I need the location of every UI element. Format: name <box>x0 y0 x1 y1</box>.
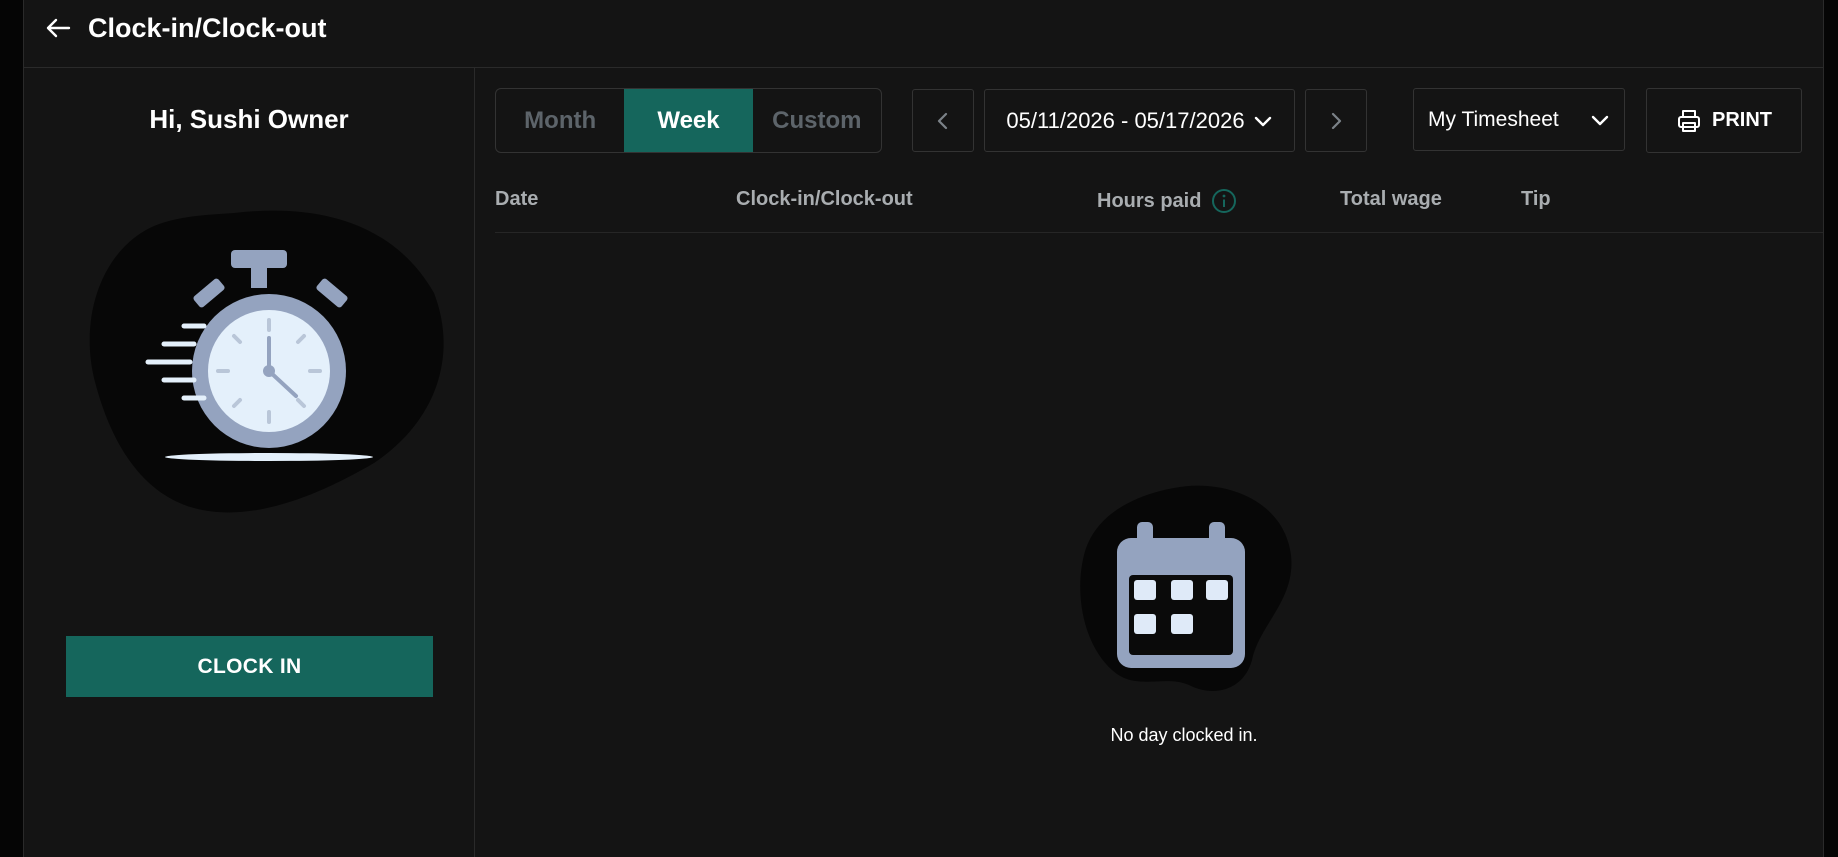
print-label: PRINT <box>1712 109 1772 131</box>
column-label: Total wage <box>1340 188 1442 210</box>
empty-state: No day clocked in. <box>1044 480 1324 750</box>
view-option-custom[interactable]: Custom <box>753 89 881 152</box>
greeting-text: Hi, Sushi Owner <box>149 104 349 134</box>
top-bar: Clock-in/Clock-out <box>24 0 1823 68</box>
clock-in-button[interactable]: CLOCK IN <box>66 636 433 697</box>
date-range-label: 05/11/2026 - 05/17/2026 <box>1006 107 1245 133</box>
back-button[interactable] <box>40 10 76 46</box>
calendar-icon <box>1117 522 1245 668</box>
arrow-left-icon <box>46 18 71 38</box>
empty-state-message: No day clocked in. <box>1110 725 1258 745</box>
column-header-total-wage[interactable]: Total wage <box>1340 188 1442 211</box>
view-option-month[interactable]: Month <box>496 89 624 152</box>
column-header-tip[interactable]: Tip <box>1521 188 1551 211</box>
date-range-picker[interactable]: 05/11/2026 - 05/17/2026 <box>984 89 1295 152</box>
next-week-button[interactable] <box>1305 89 1367 152</box>
chevron-right-icon <box>1331 112 1342 129</box>
stopwatch-illustration <box>89 210 444 513</box>
timesheet-select-value: My Timesheet <box>1428 107 1559 131</box>
column-header-date[interactable]: Date <box>495 188 538 211</box>
timesheet-table-header: Date Clock-in/Clock-out Hours paid Total… <box>495 170 1823 233</box>
column-header-hours-paid[interactable]: Hours paid <box>1097 188 1237 214</box>
previous-week-button[interactable] <box>912 89 974 152</box>
chevron-left-icon <box>937 112 948 129</box>
column-label: Date <box>495 188 539 210</box>
column-label: Clock-in/Clock-out <box>736 188 913 210</box>
printer-icon <box>1678 109 1700 132</box>
calendar-illustration <box>1080 485 1292 692</box>
column-header-clock-in-out[interactable]: Clock-in/Clock-out <box>736 188 913 211</box>
print-button[interactable]: PRINT <box>1646 88 1802 153</box>
chevron-down-icon <box>1254 116 1271 126</box>
app-window: Clock-in/Clock-out Hi, Sushi Owner CLOCK… <box>23 0 1824 857</box>
column-label: Tip <box>1521 188 1551 210</box>
timesheet-select[interactable]: My Timesheet <box>1413 88 1625 151</box>
chevron-down-icon <box>1591 115 1609 125</box>
view-segmented-control: Month Week Custom <box>495 88 882 153</box>
column-label: Hours paid <box>1097 189 1202 212</box>
view-option-week[interactable]: Week <box>624 89 753 152</box>
left-panel: Hi, Sushi Owner CLOCK IN <box>24 68 475 857</box>
page-title: Clock-in/Clock-out <box>88 13 327 43</box>
info-icon[interactable] <box>1211 188 1237 214</box>
